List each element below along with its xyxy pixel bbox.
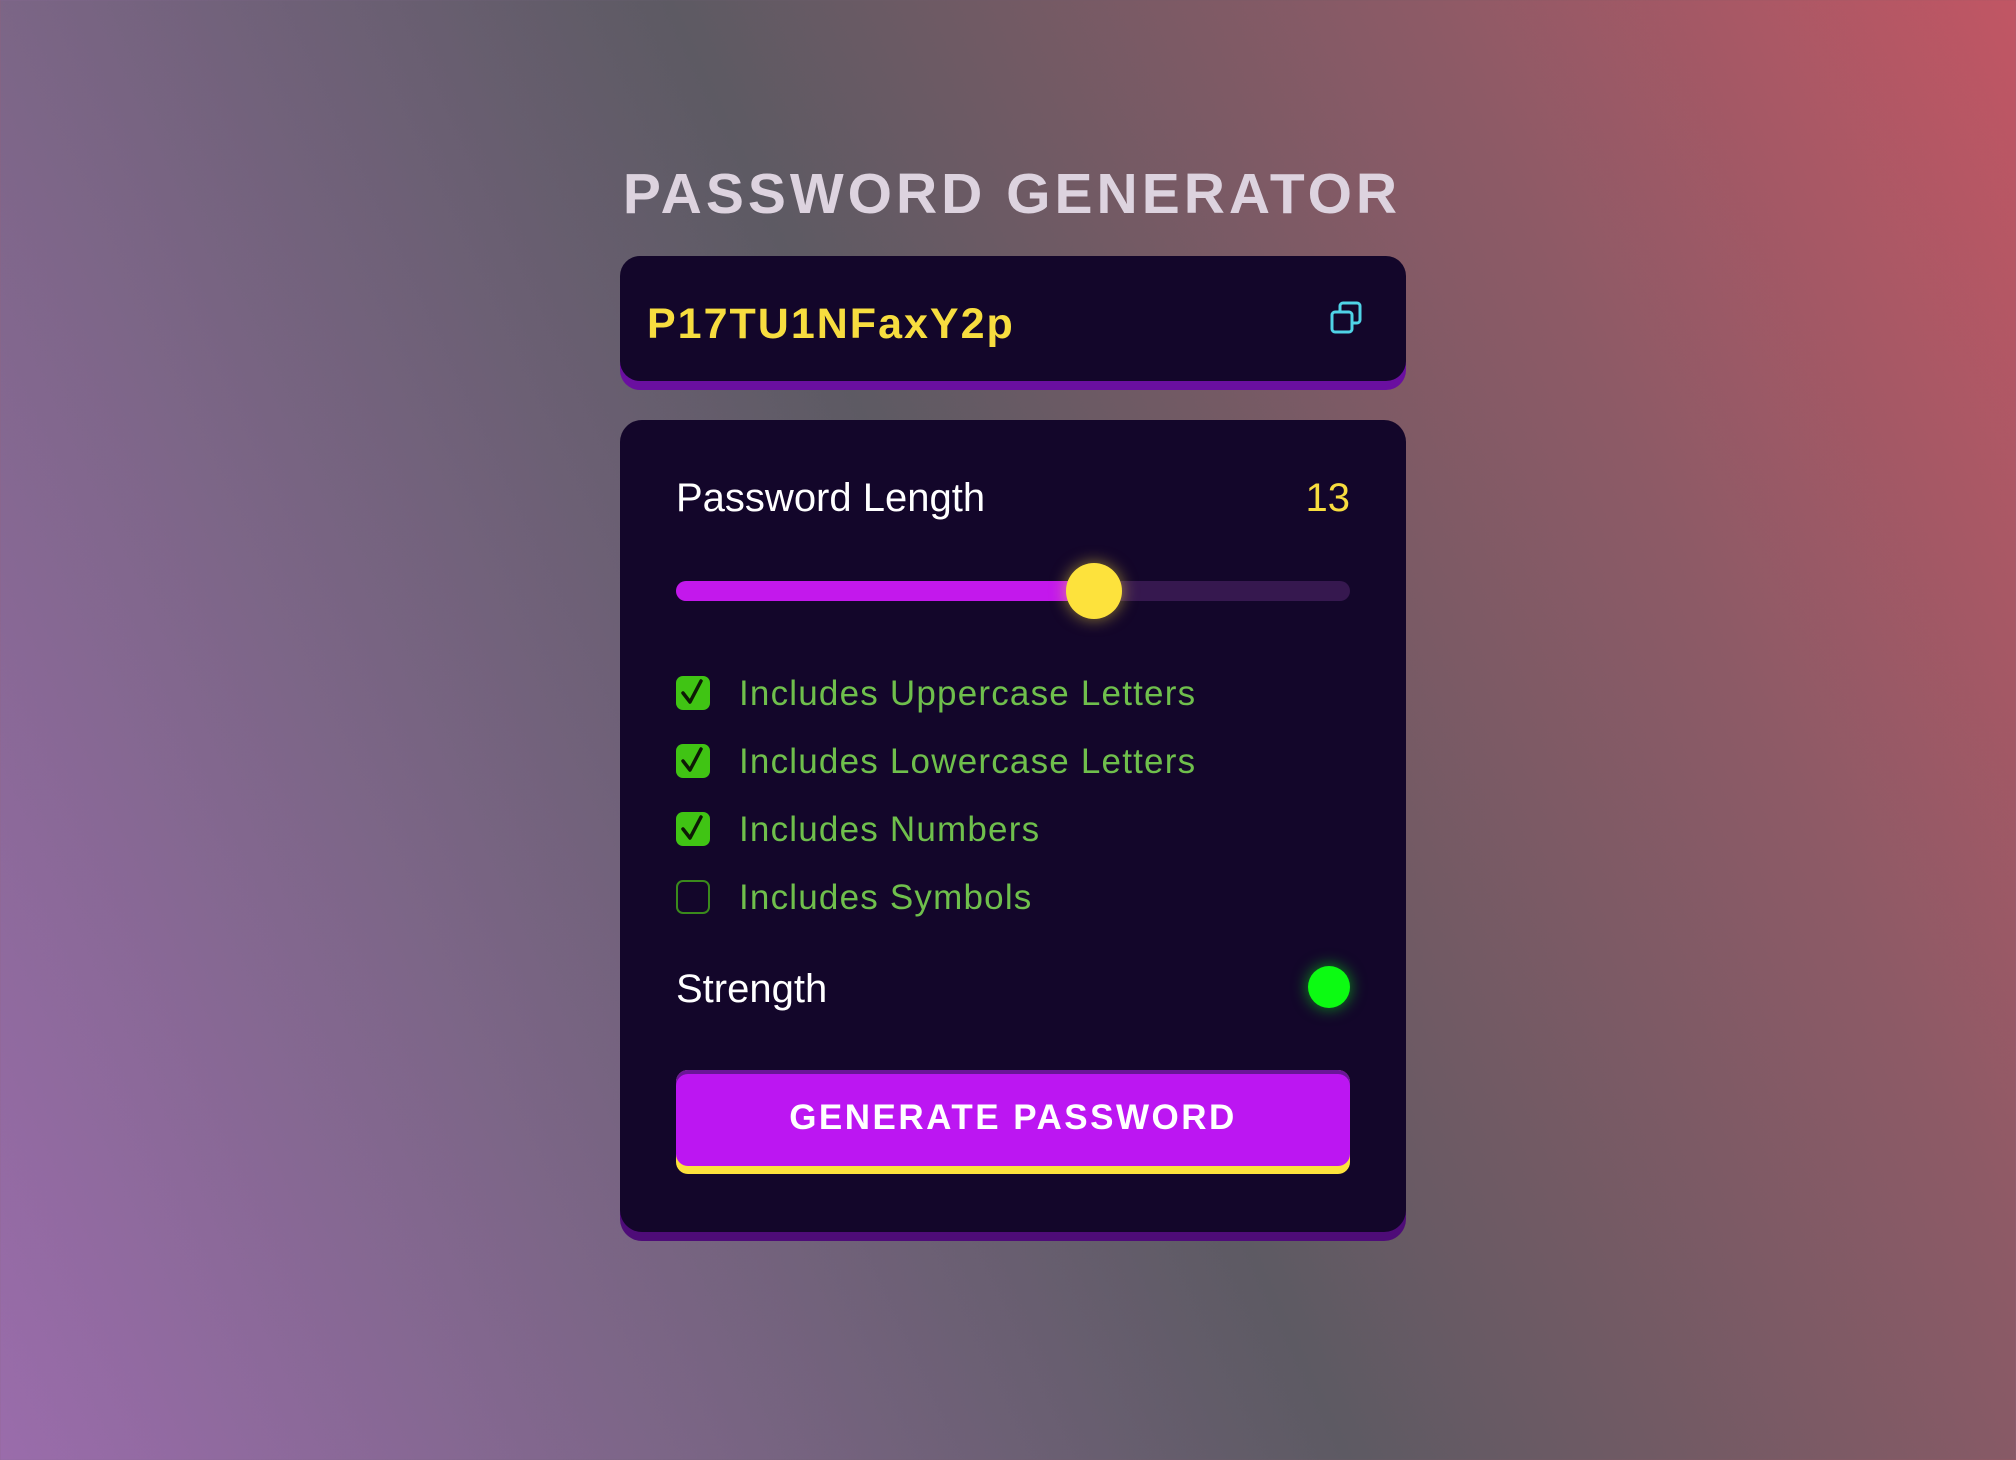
strength-label: Strength [676, 967, 828, 1011]
page-title: PASSWORD GENERATOR [622, 162, 1402, 226]
slider-fill [676, 581, 1094, 601]
checkbox[interactable] [676, 880, 710, 914]
checkbox[interactable] [676, 812, 710, 846]
password-display: P17TU1NFaxY2p [620, 256, 1406, 381]
option-label: Includes Symbols [739, 878, 1033, 917]
copy-icon[interactable] [1327, 299, 1367, 339]
slider-thumb[interactable] [1065, 563, 1122, 619]
checkbox[interactable] [676, 744, 710, 778]
option-label: Includes Lowercase Letters [739, 742, 1197, 781]
option-label: Includes Uppercase Letters [739, 674, 1197, 713]
strength-indicator [1308, 966, 1350, 1008]
password-length-label: Password Length [676, 476, 986, 520]
checkbox[interactable] [676, 676, 710, 710]
generated-password: P17TU1NFaxY2p [647, 300, 1015, 348]
checkmark-icon [681, 679, 703, 704]
checkmark-icon [681, 747, 703, 772]
generate-button-label: GENERATE PASSWORD [789, 1098, 1237, 1137]
password-length-value: 13 [1305, 476, 1351, 520]
settings-panel: Password Length 13 Includes Uppercase Le… [620, 420, 1406, 1232]
generate-password-button[interactable]: GENERATE PASSWORD [676, 1070, 1350, 1174]
checkmark-icon [681, 815, 703, 840]
option-label: Includes Numbers [739, 810, 1041, 849]
length-slider[interactable] [676, 563, 1350, 619]
